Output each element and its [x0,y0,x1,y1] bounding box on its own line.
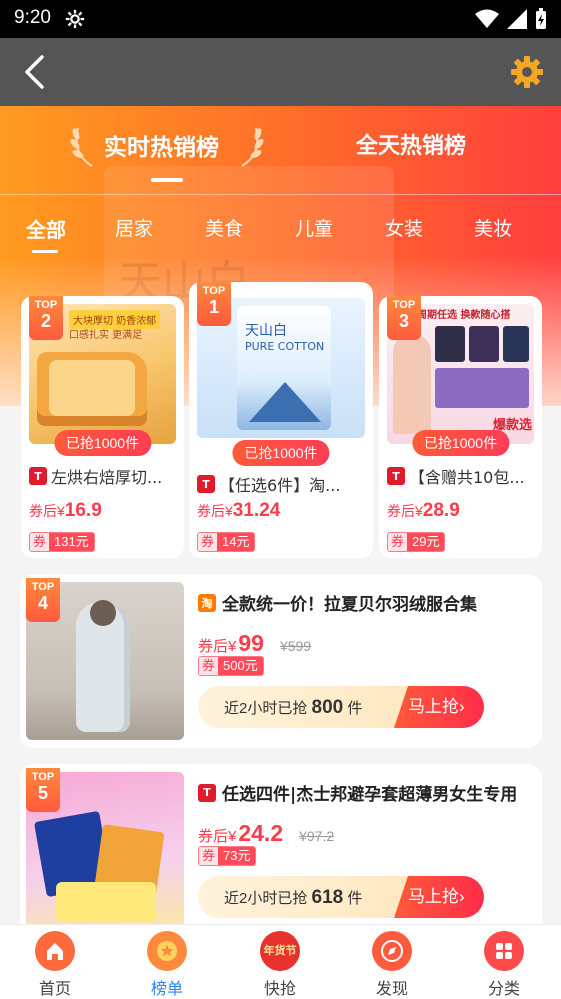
top-nav-bar [0,38,561,106]
product-price: 券后¥16.9 [29,500,102,521]
category-tab-women[interactable]: 女装 [385,214,423,241]
new-year-festival-icon: 年货节 [260,931,300,971]
wifi-icon [475,9,499,28]
sold-count-badge: 已抢1000件 [232,440,330,466]
tmall-icon: T [197,475,215,493]
top-product-card-3[interactable]: 周期任选 换款随心搭 爆款选 TOP 3 已抢1000件 T 【含赠共10包... … [379,296,542,558]
product-price: 券后¥ 99 ¥599 [198,630,312,656]
grab-count-text: 近2小时已抢 618 件 [224,887,363,908]
status-time: 9:20 [14,7,51,28]
ranking-icon [147,931,187,971]
image-caption: 周期任选 换款随心搭 [417,310,511,321]
category-tab-beauty[interactable]: 美妆 [474,214,512,241]
laurel-left-icon [70,127,93,167]
tab-flash-sale[interactable]: 年货节 快抢 [235,931,325,999]
settings-status-icon [65,9,85,29]
category-tab-kids[interactable]: 儿童 [295,214,333,241]
tab-home[interactable]: 首页 [10,931,100,999]
rank-badge: TOP 1 [197,282,231,326]
top-product-card-1[interactable]: 天山白 PURE COTTON TOP 1 已抢1000件 T 【任选6件】淘...… [189,282,373,558]
category-tabs: 全部 居家 美食 儿童 女装 美妆 [0,196,561,256]
category-active-indicator [32,250,58,253]
product-title: 淘全款统一价！拉夏贝尔羽绒服合集 [198,590,532,615]
grab-now-button[interactable]: 马上抢› [394,686,484,728]
tmall-icon: T [29,467,47,485]
rank-badge: TOP 2 [29,296,63,340]
image-caption: 天山白 [245,323,287,339]
home-icon [35,931,75,971]
product-card-4[interactable]: TOP 4 淘全款统一价！拉夏贝尔羽绒服合集 券后¥ 99 ¥599 券 500元 近2… [20,574,542,748]
product-title: T 左烘右焙厚切... [29,464,178,488]
product-title: T 任选四件|杰士邦避孕套超薄男女生专用 [198,780,532,805]
taobao-icon: 淘 [198,593,216,612]
product-price: 券后¥28.9 [387,500,460,521]
compass-icon [372,931,412,971]
tab-realtime-ranking[interactable]: 实时热销榜 [104,128,219,162]
sold-count-badge: 已抢1000件 [411,430,510,456]
rank-badge: TOP 5 [26,768,60,812]
product-price: 券后¥31.24 [197,500,281,521]
rank-badge: TOP 4 [26,578,60,622]
top-product-card-2[interactable]: 大块厚切 奶香浓郁 口感扎实 更满足 TOP 2 已抢1000件 T 左烘右焙厚切.… [21,296,184,558]
tab-all-day-ranking[interactable]: 全天热销榜 [356,128,466,160]
gear-icon[interactable] [509,54,545,90]
tmall-icon: T [198,783,216,802]
coupon-tag: 券 14元 [197,532,256,552]
tab-discover[interactable]: 发现 [347,931,437,999]
laurel-right-icon [241,127,264,167]
category-tab-all[interactable]: 全部 [26,214,66,243]
back-icon[interactable] [18,54,52,90]
image-subcaption: PURE COTTON [245,340,325,353]
category-icon [484,931,524,971]
original-price: ¥599 [279,638,312,654]
product-card-5[interactable]: TOP 5 T 任选四件|杰士邦避孕套超薄男女生专用 券后¥ 24.2 ¥97.2 券7… [20,764,542,938]
category-tab-food[interactable]: 美食 [205,214,243,241]
signal-icon [507,9,527,29]
coupon-tag: 券 29元 [387,532,446,552]
active-tab-indicator [151,178,183,182]
image-subcaption: 口感扎实 更满足 [69,330,143,341]
battery-icon [536,8,546,29]
bottom-tab-bar: 首页 榜单 年货节 快抢 发现 分类 [0,924,561,999]
coupon-tag: 券 73元 [198,846,257,866]
product-price: 券后¥ 24.2 ¥97.2 [198,820,335,846]
product-title: T 【任选6件】淘... [197,472,367,496]
coupon-tag: 券 500元 [198,656,264,676]
tmall-icon: T [387,467,405,485]
sold-count-badge: 已抢1000件 [53,430,152,456]
grab-count-text: 近2小时已抢 800 件 [224,697,363,718]
divider [0,194,561,195]
ranking-type-tabs: 实时热销榜 全天热销榜 [0,106,561,196]
product-title: T 【含赠共10包... [387,464,536,488]
coupon-tag: 券 131元 [29,532,95,552]
rank-badge: TOP 3 [387,296,421,340]
status-bar: 9:20 [0,0,561,38]
grab-bar: 近2小时已抢 618 件 马上抢› [198,876,484,918]
grab-now-button[interactable]: 马上抢› [394,876,484,918]
original-price: ¥97.2 [299,828,335,844]
tab-category[interactable]: 分类 [459,931,549,999]
category-tab-home[interactable]: 居家 [115,214,153,241]
grab-bar: 近2小时已抢 800 件 马上抢› [198,686,484,728]
tab-ranking[interactable]: 榜单 [122,931,212,999]
